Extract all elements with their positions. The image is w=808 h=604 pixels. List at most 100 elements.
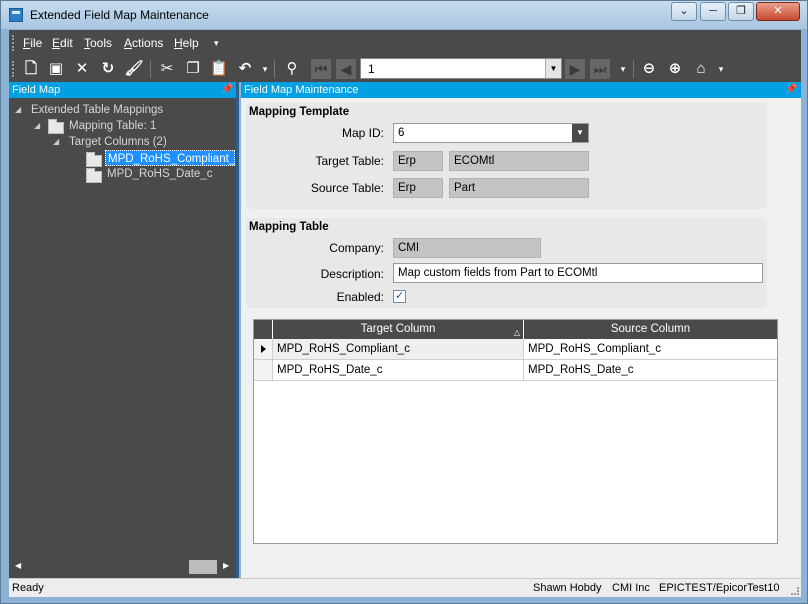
help-caption-button[interactable]: ⌄ (671, 2, 697, 21)
paste-icon[interactable]: 📋 (209, 59, 229, 79)
search-icon[interactable]: ⚲ (282, 59, 302, 79)
toolbar: 🗋 ▣ ✕ ↻ 🖌 ✂ ❐ 📋 ↶ ▾ ⚲ ⏮ ◀ 1 ▼ ▶ ⏭ ▾ ⊖ ⊕ … (9, 56, 801, 82)
field-map-panel-title: Field Map (9, 82, 236, 98)
maintenance-panel-title: Field Map Maintenance (241, 82, 801, 98)
app-icon (9, 8, 23, 22)
tree-node-target-columns[interactable]: Target Columns (2) (69, 134, 167, 150)
map-id-label: Map ID: (341, 126, 384, 140)
toolbar-grip-icon (12, 61, 16, 77)
row-selector[interactable] (254, 360, 273, 380)
tree-node-column[interactable]: MPD_RoHS_Date_c (107, 166, 212, 182)
collapse-icon[interactable]: ◢ (34, 118, 44, 134)
target-column-cell[interactable]: MPD_RoHS_Date_c (273, 360, 524, 380)
status-bar: Ready Shawn Hobdy CMI Inc EPICTEST/Epico… (9, 578, 801, 597)
company-field: CMI (393, 238, 541, 258)
pin-icon[interactable]: 📌 (785, 82, 797, 98)
copy-icon[interactable]: ❐ (183, 59, 203, 79)
tree-horizontal-scrollbar[interactable]: ◀ ▶ (9, 558, 236, 576)
row-selector[interactable] (254, 339, 273, 359)
enabled-checkbox[interactable]: ✓ (393, 290, 406, 303)
table-row[interactable]: MPD_RoHS_Date_c MPD_RoHS_Date_c (254, 360, 777, 381)
group-title: Mapping Table (249, 221, 329, 233)
first-icon[interactable]: ⏮ (311, 59, 331, 79)
status-company: CMI Inc (612, 582, 650, 594)
folder-icon (48, 119, 64, 134)
cut-icon[interactable]: ✂ (157, 59, 177, 79)
forward-icon[interactable]: ⊕ (665, 59, 685, 79)
scroll-right-icon[interactable]: ▶ (223, 561, 229, 570)
status-state: Ready (12, 582, 44, 594)
toolbar-separator (150, 60, 151, 78)
company-label: Company: (329, 241, 384, 255)
toolbar-separator (274, 60, 275, 78)
next-icon[interactable]: ▶ (565, 59, 585, 79)
scroll-left-icon[interactable]: ◀ (15, 561, 21, 570)
previous-icon[interactable]: ◀ (336, 59, 356, 79)
grid-header: Target Column △ Source Column (254, 320, 777, 339)
mapping-template-group: Mapping Template Map ID: 6 ▼ Target Tabl… (246, 103, 767, 209)
menu-bar: File Edit Tools Actions Help ▾ (9, 30, 801, 56)
resize-grip-icon[interactable] (791, 587, 799, 595)
new-icon[interactable]: 🗋 (21, 59, 41, 79)
restore-button[interactable]: ❐ (728, 2, 754, 21)
minimize-button[interactable]: ─ (700, 2, 726, 21)
menu-edit[interactable]: Edit (52, 36, 73, 50)
tree-node-column[interactable]: MPD_RoHS_Compliant_ (105, 150, 235, 166)
home-icon[interactable]: ⌂ (691, 59, 711, 79)
navigation-input[interactable]: 1 ▼ (360, 58, 562, 79)
navigation-dropdown-icon[interactable]: ▼ (545, 59, 561, 78)
target-table-db-field: Erp (393, 151, 443, 171)
column-header-target[interactable]: Target Column △ (273, 320, 524, 339)
toolbar-overflow-icon[interactable]: ▾ (711, 59, 731, 79)
refresh-icon[interactable]: ↻ (98, 59, 118, 79)
last-icon[interactable]: ⏭ (590, 59, 610, 79)
title-bar: Extended Field Map Maintenance ⌄ ─ ❐ ✕ (1, 1, 807, 29)
save-icon[interactable]: ▣ (46, 59, 66, 79)
source-table-name-field: Part (449, 178, 589, 198)
map-id-combo[interactable]: 6 ▼ (393, 123, 589, 143)
status-user: Shawn Hobdy (533, 582, 602, 594)
navigation-value: 1 (368, 62, 375, 76)
source-table-db-field: Erp (393, 178, 443, 198)
table-row[interactable]: MPD_RoHS_Compliant_c MPD_RoHS_Compliant_… (254, 339, 777, 360)
column-mapping-grid: Target Column △ Source Column MPD_RoHS_C… (253, 319, 778, 544)
menu-actions[interactable]: Actions (124, 36, 163, 50)
description-input[interactable]: Map custom fields from Part to ECOMtl (393, 263, 763, 283)
collapse-icon[interactable]: ◢ (53, 134, 63, 150)
undo-dropdown-icon[interactable]: ▾ (255, 59, 275, 79)
source-column-cell[interactable]: MPD_RoHS_Compliant_c (524, 339, 777, 359)
collapse-icon[interactable]: ◢ (15, 102, 25, 118)
nav-dropdown-icon[interactable]: ▾ (613, 59, 633, 79)
menubar-grip-icon (12, 35, 16, 51)
group-title: Mapping Template (249, 106, 350, 118)
menu-help[interactable]: Help (174, 36, 199, 50)
mapping-table-group: Mapping Table Company: CMI Description: … (246, 218, 767, 308)
window-title: Extended Field Map Maintenance (30, 8, 209, 22)
column-header-label: Target Column (360, 323, 436, 335)
description-label: Description: (320, 267, 384, 281)
target-column-cell[interactable]: MPD_RoHS_Compliant_c (273, 339, 524, 359)
panel-splitter[interactable] (236, 82, 239, 578)
status-environment: EPICTEST/EpicorTest10 (659, 582, 780, 594)
column-header-source[interactable]: Source Column (524, 320, 777, 339)
menu-overflow-icon[interactable]: ▾ (214, 38, 219, 49)
chevron-down-icon[interactable]: ▼ (572, 124, 588, 142)
menu-file[interactable]: File (23, 36, 42, 50)
tree-node-mapping-table[interactable]: Mapping Table: 1 (69, 118, 156, 134)
target-table-name-field: ECOMtl (449, 151, 589, 171)
clear-icon[interactable]: 🖌 (124, 59, 144, 79)
row-selector-header (254, 320, 273, 339)
tree-node-root[interactable]: Extended Table Mappings (31, 102, 163, 118)
folder-icon (86, 152, 102, 167)
scrollbar-thumb[interactable] (189, 560, 217, 574)
menu-tools[interactable]: Tools (84, 36, 112, 50)
pin-icon[interactable]: 📌 (221, 82, 233, 98)
close-button[interactable]: ✕ (756, 2, 800, 21)
delete-icon[interactable]: ✕ (72, 59, 92, 79)
target-table-label: Target Table: (315, 154, 385, 168)
back-icon[interactable]: ⊖ (639, 59, 659, 79)
current-row-icon (261, 345, 266, 353)
toolbar-separator (633, 60, 634, 78)
undo-icon[interactable]: ↶ (235, 59, 255, 79)
source-column-cell[interactable]: MPD_RoHS_Date_c (524, 360, 777, 380)
